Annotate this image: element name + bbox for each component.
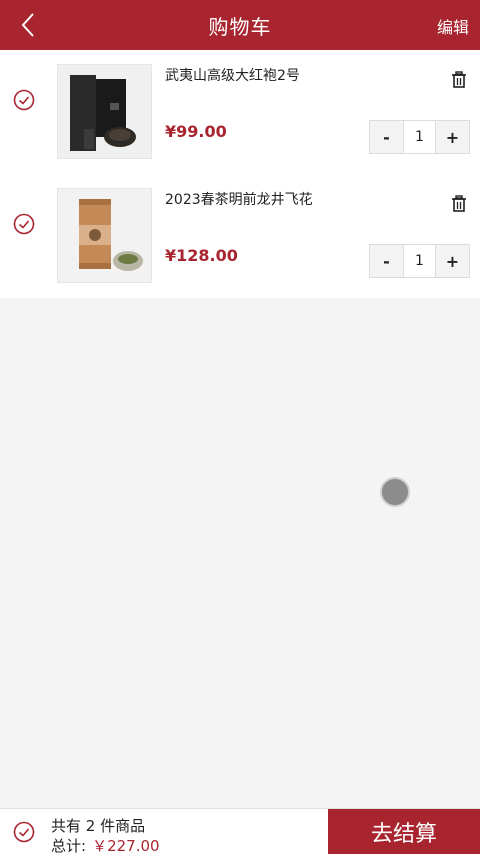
floating-touch-button[interactable] xyxy=(380,477,410,507)
checkout-button[interactable]: 去结算 xyxy=(328,809,480,854)
checked-circle-icon[interactable] xyxy=(13,89,35,111)
quantity-stepper: - 1 + xyxy=(369,244,470,278)
cart-page: 购物车 编辑 武夷山高级大红袍2号 ¥99.00 - 1 + 2023春茶明前龙… xyxy=(0,0,480,854)
checkout-bar: 共有 2 件商品 总计: ￥227.00 去结算 xyxy=(0,808,480,854)
cart-item: 武夷山高级大红袍2号 ¥99.00 - 1 + xyxy=(0,50,480,174)
trash-icon[interactable] xyxy=(449,194,469,214)
cart-list: 武夷山高级大红袍2号 ¥99.00 - 1 + 2023春茶明前龙井飞花 ¥12… xyxy=(0,50,480,298)
increase-button[interactable]: + xyxy=(436,121,469,153)
order-total: 总计: ￥227.00 xyxy=(51,835,160,854)
page-title: 购物车 xyxy=(208,14,272,39)
decrease-button[interactable]: - xyxy=(370,121,403,153)
checked-circle-icon[interactable] xyxy=(13,213,35,235)
product-image[interactable] xyxy=(57,64,152,159)
quantity-stepper: - 1 + xyxy=(369,120,470,154)
edit-button[interactable]: 编辑 xyxy=(437,14,469,38)
tea-box-image xyxy=(58,65,151,158)
quantity-value[interactable]: 1 xyxy=(403,245,436,277)
cart-item: 2023春茶明前龙井飞花 ¥128.00 - 1 + xyxy=(0,174,480,298)
decrease-button[interactable]: - xyxy=(370,245,403,277)
trash-icon[interactable] xyxy=(449,70,469,90)
tea-tin-image xyxy=(58,189,151,282)
product-price: ¥128.00 xyxy=(165,246,238,265)
total-label: 总计: xyxy=(51,837,87,854)
select-all-checkbox[interactable] xyxy=(13,821,35,843)
item-count: 共有 2 件商品 xyxy=(51,817,146,835)
product-name[interactable]: 武夷山高级大红袍2号 xyxy=(165,65,300,85)
quantity-value[interactable]: 1 xyxy=(403,121,436,153)
product-price: ¥99.00 xyxy=(165,122,227,141)
product-image[interactable] xyxy=(57,188,152,283)
header-bar: 购物车 编辑 xyxy=(0,0,480,50)
total-amount: ￥227.00 xyxy=(92,837,160,854)
increase-button[interactable]: + xyxy=(436,245,469,277)
product-name[interactable]: 2023春茶明前龙井飞花 xyxy=(165,189,313,209)
